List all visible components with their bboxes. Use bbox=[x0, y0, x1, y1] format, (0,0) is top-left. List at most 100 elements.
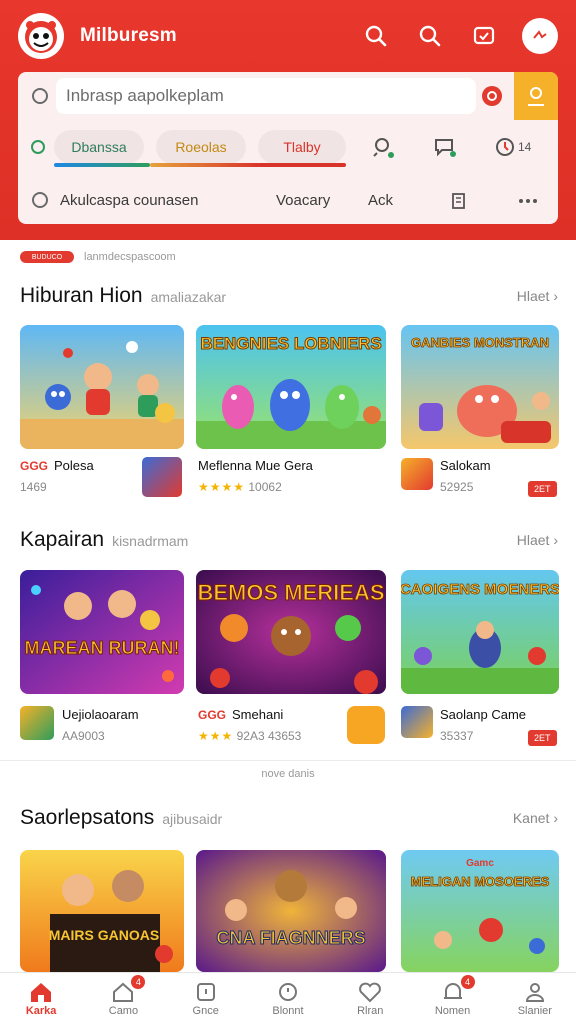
promo-badge: BUDUCO bbox=[20, 251, 74, 263]
game-icon[interactable] bbox=[142, 457, 182, 497]
section-subtitle: ajibusaidr bbox=[162, 811, 223, 827]
chip-0[interactable]: Dbanssa bbox=[54, 130, 144, 164]
section-title: Saorlepsatons ajibusaidr bbox=[20, 806, 222, 830]
nav-item-gnce[interactable]: Gnce bbox=[165, 973, 247, 1024]
game-card-image[interactable]: Gamc MELIGAN MOSOERES bbox=[401, 850, 559, 972]
card-meta: 35337 bbox=[440, 729, 474, 743]
card-title[interactable]: GGG Smehani bbox=[198, 707, 283, 722]
card-title-text: Saolanp Came bbox=[440, 707, 526, 722]
card-meta: AA9003 bbox=[62, 729, 105, 743]
filter-main[interactable]: Akulcaspa counasen bbox=[60, 192, 198, 209]
count-label: 14 bbox=[518, 140, 532, 154]
card-meta-text: 10062 bbox=[248, 480, 282, 494]
more-icon[interactable] bbox=[518, 198, 538, 204]
chevron-right-icon: › bbox=[553, 532, 558, 548]
nav-label: Slanier bbox=[517, 1004, 552, 1017]
rating-stars: ★★★ bbox=[198, 729, 234, 743]
section-heading: Kapairan bbox=[20, 528, 105, 551]
card-banner-text: CNA FIAGNNERS bbox=[216, 928, 365, 948]
search-input[interactable]: Inbrasp aapolkeplam bbox=[56, 78, 476, 114]
notification-badge: 4 bbox=[131, 975, 146, 989]
game-icon[interactable] bbox=[20, 706, 54, 740]
card-banner-text: BENGNIES LOBNIERS bbox=[200, 334, 381, 353]
card-title[interactable]: Salokam bbox=[440, 458, 491, 473]
card-prefix: GGG bbox=[20, 458, 49, 473]
card-title[interactable]: GGG Polesa bbox=[20, 458, 94, 473]
status-badge: 2ET bbox=[528, 730, 557, 746]
search-panel: Inbrasp aapolkeplam Dbanssa Roeolas Tlal… bbox=[18, 72, 558, 224]
card-title[interactable]: Meflenna Mue Gera bbox=[198, 458, 313, 473]
filter-option-1[interactable]: Voacary bbox=[276, 192, 330, 209]
game-card-image[interactable]: CAOIGENS MOENERS bbox=[401, 570, 559, 694]
chip-underline bbox=[150, 163, 260, 167]
nav-item-karka[interactable]: Karka bbox=[0, 973, 82, 1024]
game-icon[interactable] bbox=[401, 706, 433, 738]
app-root: Milburesm Inbrasp aapolkeplam Dbanssa Ro… bbox=[0, 0, 576, 1024]
filter-option-2[interactable]: Ack bbox=[368, 192, 393, 209]
section-subtitle: kisnadrmam bbox=[112, 533, 189, 549]
app-title: Milburesm bbox=[80, 25, 177, 46]
search-button[interactable] bbox=[514, 72, 558, 120]
chip-label: Roeolas bbox=[175, 139, 227, 155]
clock-icon[interactable] bbox=[492, 134, 518, 160]
card-title[interactable]: Saolanp Came bbox=[440, 707, 526, 722]
chip-1[interactable]: Roeolas bbox=[156, 130, 246, 164]
game-card-image[interactable] bbox=[20, 325, 184, 449]
game-card-image[interactable]: CNA FIAGNNERS bbox=[196, 850, 386, 972]
message-icon[interactable] bbox=[468, 20, 500, 52]
nav-item-nomen[interactable]: 4 Nomen bbox=[411, 973, 493, 1024]
game-card-image[interactable]: MAIRS GANOAS bbox=[20, 850, 184, 972]
promo-strip[interactable]: BUDUCO lanmdecspascoom bbox=[20, 250, 176, 264]
card-banner-text: CAOIGENS MOENERS bbox=[401, 581, 559, 598]
search-icon[interactable] bbox=[414, 20, 446, 52]
check-circle-icon[interactable] bbox=[30, 139, 46, 155]
game-art: BEMOS MERIEAS bbox=[196, 570, 386, 694]
nav-item-camo[interactable]: 4 Camo bbox=[82, 973, 164, 1024]
nav-item-slanier[interactable]: Slanier bbox=[494, 973, 576, 1024]
game-card-image[interactable]: MAREAN RURAN! bbox=[20, 570, 184, 694]
game-card-image[interactable]: BENGNIES LOBNIERS bbox=[196, 325, 386, 449]
section-heading: Hiburan Hion bbox=[20, 284, 143, 307]
card-title-text: Uejiolaoaram bbox=[62, 707, 139, 722]
heart-icon bbox=[359, 982, 382, 1002]
card-title[interactable]: Uejiolaoaram bbox=[62, 707, 139, 722]
chevron-right-icon: › bbox=[553, 810, 558, 826]
see-more-link[interactable]: Kanet › bbox=[513, 810, 558, 826]
game-icon[interactable] bbox=[401, 458, 433, 490]
header: Milburesm Inbrasp aapolkeplam Dbanssa Ro… bbox=[0, 0, 576, 240]
search-icon[interactable] bbox=[360, 20, 392, 52]
card-meta: ★★★ 92A3 43653 bbox=[198, 729, 301, 743]
nav-item-rlran[interactable]: Rlran bbox=[329, 973, 411, 1024]
bottom-nav: Karka 4 Camo Gnce Blonnt Rlran 4 Nomen S… bbox=[0, 972, 576, 1024]
avatar[interactable] bbox=[522, 18, 558, 54]
record-icon[interactable] bbox=[480, 84, 504, 108]
card-meta: ★★★★ 10062 bbox=[198, 480, 282, 494]
user-status-icon[interactable] bbox=[370, 134, 396, 160]
section-title: Kapairan kisnadrmam bbox=[20, 528, 188, 552]
see-more-link[interactable]: Hlaet › bbox=[517, 532, 558, 548]
user-search-icon bbox=[528, 87, 544, 106]
game-card-image[interactable]: GANBIES MONSTRAN bbox=[401, 325, 559, 449]
top-bar: Milburesm bbox=[0, 0, 576, 72]
radio-button[interactable] bbox=[32, 88, 48, 104]
game-icon[interactable] bbox=[347, 706, 385, 744]
promo-text: lanmdecspascoom bbox=[84, 251, 176, 263]
nav-item-blonnt[interactable]: Blonnt bbox=[247, 973, 329, 1024]
app-logo[interactable] bbox=[18, 13, 64, 59]
game-card-image[interactable]: BEMOS MERIEAS bbox=[196, 570, 386, 694]
chip-2[interactable]: Tlalby bbox=[258, 130, 346, 164]
chat-icon[interactable] bbox=[432, 134, 458, 160]
chips-row: Dbanssa Roeolas Tlalby 14 bbox=[18, 128, 558, 168]
status-badge: 2ET bbox=[528, 481, 557, 497]
clock-icon bbox=[278, 982, 297, 1001]
nav-label: Rlran bbox=[357, 1004, 384, 1017]
radio-button[interactable] bbox=[32, 192, 48, 208]
card-title-text: Polesa bbox=[54, 458, 94, 473]
section-subtitle: amaliazakar bbox=[150, 289, 227, 305]
section-heading: Saorlepsatons bbox=[20, 806, 155, 829]
card-banner-text: GANBIES MONSTRAN bbox=[411, 335, 549, 350]
nav-label: Nomen bbox=[434, 1004, 471, 1017]
document-icon[interactable] bbox=[450, 192, 468, 210]
see-more-link[interactable]: Hlaet › bbox=[517, 288, 558, 304]
card-meta: 1469 bbox=[20, 480, 47, 494]
